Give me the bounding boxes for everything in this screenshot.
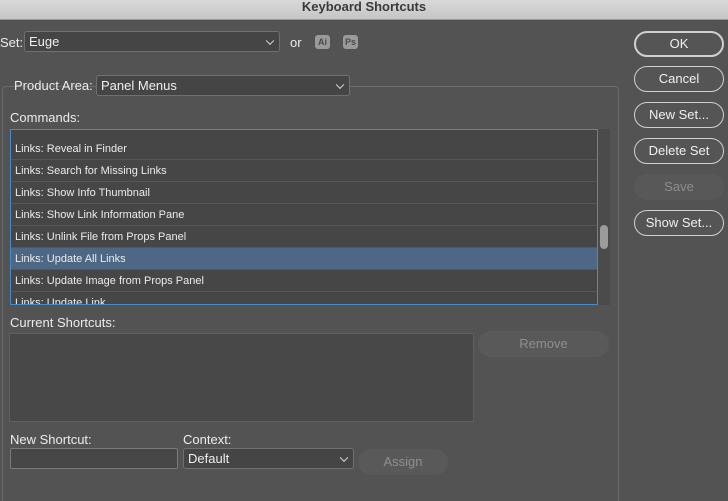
product-area-label: Product Area: (14, 78, 93, 93)
cancel-button[interactable]: Cancel (634, 66, 724, 92)
product-area-value: Panel Menus (101, 78, 177, 93)
list-item[interactable]: Links: Show Info Thumbnail (11, 182, 597, 204)
commands-label: Commands: (10, 110, 81, 125)
chevron-down-icon (335, 80, 345, 89)
list-item[interactable]: Links: Show Link Information Pane (11, 204, 597, 226)
remove-button[interactable]: Remove (478, 331, 609, 357)
list-item[interactable]: Links: Unlink File from Props Panel (11, 226, 597, 248)
list-item-selected[interactable]: Links: Update All Links (11, 248, 597, 270)
window-title-bar: Keyboard Shortcuts (0, 0, 728, 20)
current-shortcuts-list[interactable] (9, 333, 474, 422)
chevron-down-icon (339, 453, 349, 462)
context-value: Default (188, 451, 230, 466)
illustrator-icon[interactable]: Ai (315, 35, 330, 49)
context-dropdown[interactable]: Default (183, 448, 354, 469)
assign-button[interactable]: Assign (358, 449, 448, 475)
set-dropdown[interactable]: Euge (24, 31, 280, 52)
window-title: Keyboard Shortcuts (301, 0, 427, 14)
set-dropdown-value: Euge (29, 34, 60, 49)
list-top-spacer (11, 130, 597, 138)
commands-scroll-thumb[interactable] (600, 225, 608, 249)
set-label: Set: (0, 35, 24, 50)
list-item[interactable]: Links: Update Link (11, 292, 597, 304)
commands-scrollbar[interactable] (598, 129, 610, 305)
product-area-dropdown[interactable]: Panel Menus (96, 75, 350, 96)
current-shortcuts-label: Current Shortcuts: (10, 315, 116, 330)
or-label: or (290, 35, 302, 50)
commands-list[interactable]: Links: Reveal in Finder Links: Search fo… (10, 129, 598, 305)
chevron-down-icon (265, 36, 275, 45)
photoshop-icon[interactable]: Ps (343, 35, 358, 49)
save-button[interactable]: Save (634, 174, 724, 200)
list-item[interactable]: Links: Search for Missing Links (11, 160, 597, 182)
new-set-button[interactable]: New Set... (634, 102, 724, 128)
show-set-button[interactable]: Show Set... (634, 210, 724, 236)
delete-set-button[interactable]: Delete Set (634, 138, 724, 164)
context-label: Context: (183, 432, 232, 447)
new-shortcut-label: New Shortcut: (10, 432, 92, 447)
list-item[interactable]: Links: Reveal in Finder (11, 138, 597, 160)
new-shortcut-input[interactable] (10, 448, 178, 469)
ok-button[interactable]: OK (634, 31, 724, 57)
list-item[interactable]: Links: Update Image from Props Panel (11, 270, 597, 292)
